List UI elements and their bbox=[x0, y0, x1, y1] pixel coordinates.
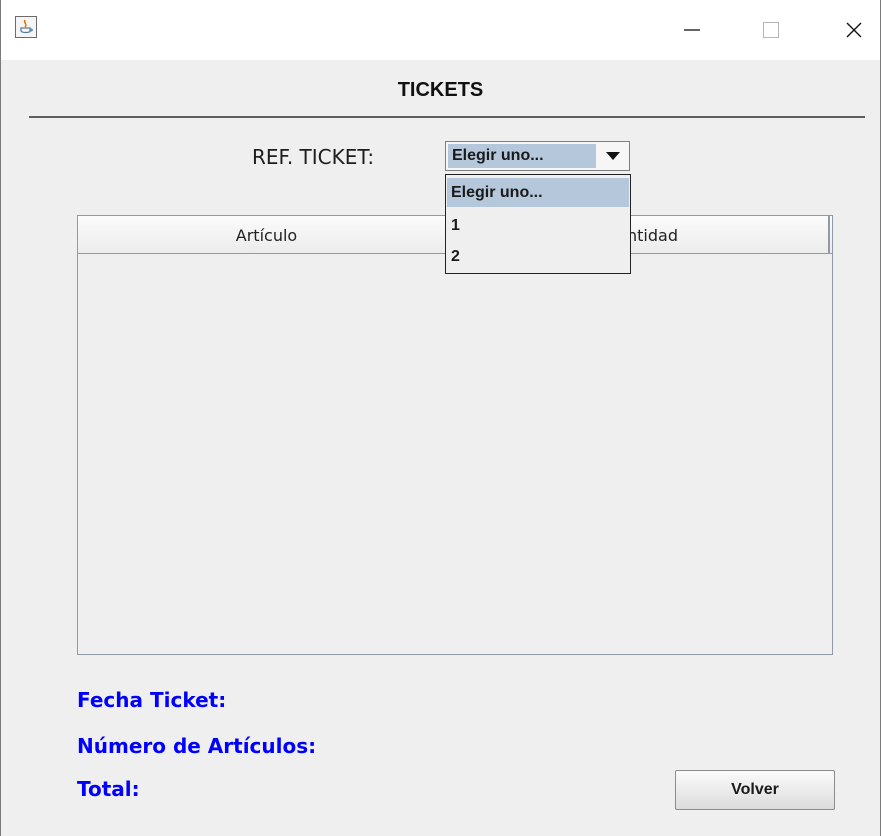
title-divider bbox=[29, 116, 865, 118]
numero-articulos-label: Número de Artículos: bbox=[77, 734, 317, 758]
dropdown-option[interactable]: 2 bbox=[447, 242, 629, 271]
window: TICKETS REF. TICKET: Elegir uno... Artíc… bbox=[0, 0, 881, 836]
close-icon[interactable] bbox=[831, 0, 877, 60]
dropdown-option[interactable]: Elegir uno... bbox=[447, 178, 629, 207]
total-label: Total: bbox=[77, 777, 140, 801]
volver-button[interactable]: Volver bbox=[675, 770, 835, 810]
ref-ticket-combobox[interactable]: Elegir uno... bbox=[445, 141, 630, 171]
maximize-icon[interactable] bbox=[748, 0, 794, 60]
java-cup-icon bbox=[15, 16, 37, 38]
chevron-down-icon[interactable] bbox=[599, 144, 627, 168]
column-header-articulo[interactable]: Artículo bbox=[78, 216, 456, 253]
ticket-items-table[interactable]: Artículo Cantidad bbox=[77, 215, 833, 655]
minimize-icon[interactable] bbox=[669, 0, 715, 60]
fecha-ticket-label: Fecha Ticket: bbox=[77, 688, 227, 712]
dropdown-option[interactable]: 1 bbox=[447, 211, 629, 240]
ref-ticket-selected-value[interactable]: Elegir uno... bbox=[448, 144, 596, 168]
ref-ticket-dropdown-list[interactable]: Elegir uno... 1 2 bbox=[445, 174, 631, 274]
ref-ticket-label: REF. TICKET: bbox=[252, 145, 375, 169]
page-title: TICKETS bbox=[397, 79, 484, 101]
title-bar[interactable] bbox=[1, 0, 880, 60]
